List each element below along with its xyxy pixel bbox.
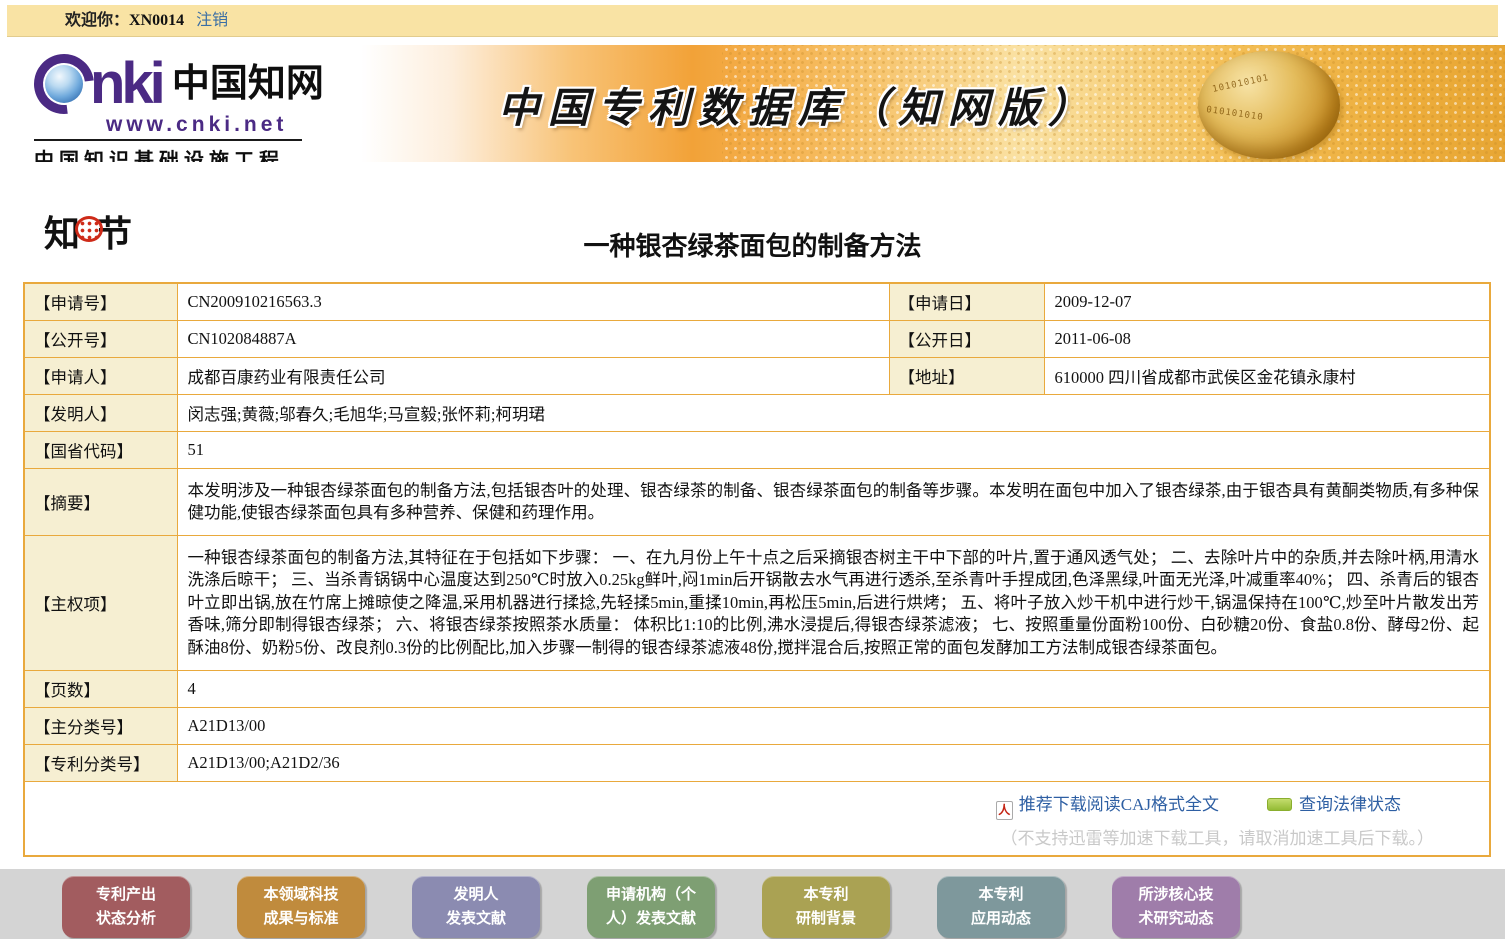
field-value: 2009-12-07 (1044, 283, 1490, 321)
field-label: 【专利分类号】 (24, 745, 177, 782)
field-value: CN200910216563.3 (177, 283, 889, 321)
button-label: 本专利 (803, 883, 848, 907)
button-label: 研制背景 (796, 907, 856, 931)
table-row: 【公开号】 CN102084887A 【公开日】 2011-06-08 (24, 321, 1490, 358)
cnki-letters: nki (90, 55, 162, 113)
cnki-chinese-name: 中国知网 (172, 64, 324, 104)
field-value: A21D13/00 (177, 708, 1490, 745)
field-value: 成都百康药业有限责任公司 (177, 358, 889, 395)
cnki-slogan: 中国知识基础设施工程 (34, 139, 302, 162)
field-value: A21D13/00;A21D2/36 (177, 745, 1490, 782)
field-label: 【申请人】 (24, 358, 177, 395)
field-label: 【摘要】 (24, 469, 177, 536)
button-label: 应用动态 (971, 907, 1031, 931)
title-row: 知 节 一种银杏绿茶面包的制备方法 (0, 212, 1505, 272)
topbar-wrapper: 欢迎你：XN0014 注销 (0, 0, 1505, 37)
legal-status-icon[interactable] (1267, 798, 1292, 811)
button-label: 发表文献 (446, 907, 506, 931)
field-label: 【地址】 (889, 358, 1044, 395)
abstract-text: 本发明涉及一种银杏绿茶面包的制备方法,包括银杏叶的处理、银杏绿茶的制备、银杏绿茶… (177, 469, 1490, 536)
button-label: 术研究动态 (1138, 907, 1213, 931)
legal-status-link[interactable]: 查询法律状态 (1299, 795, 1401, 814)
footer-button-core-tech-research-trends[interactable]: 所涉核心技 术研究动态 (1112, 876, 1240, 938)
welcome-bar: 欢迎你：XN0014 注销 (7, 5, 1498, 37)
field-label: 【申请日】 (889, 283, 1044, 321)
footer-button-patent-output-analysis[interactable]: 专利产出 状态分析 (62, 876, 190, 938)
field-label: 【主权项】 (24, 536, 177, 671)
footer-button-patent-application-trends[interactable]: 本专利 应用动态 (937, 876, 1065, 938)
table-row: 【页数】 4 (24, 671, 1490, 708)
field-value: CN102084887A (177, 321, 889, 358)
button-label: 成果与标准 (263, 907, 338, 931)
field-value: 610000 四川省成都市武侯区金花镇永康村 (1044, 358, 1490, 395)
button-label: 人）发表文献 (606, 907, 696, 931)
caj-file-icon[interactable]: 人 (996, 801, 1013, 820)
node-seal-icon (75, 216, 103, 242)
field-value: 51 (177, 432, 1490, 469)
table-row: 【申请号】 CN200910216563.3 【申请日】 2009-12-07 (24, 283, 1490, 321)
button-label: 发明人 (453, 883, 498, 907)
cnki-url: www.cnki.net (106, 113, 324, 137)
claim-text: 一种银杏绿茶面包的制备方法,其特征在于包括如下步骤： 一、在九月份上午十点之后采… (177, 536, 1490, 671)
field-label: 【国省代码】 (24, 432, 177, 469)
button-label: 状态分析 (96, 907, 156, 931)
username: XN0014 (129, 12, 184, 29)
table-row: 【摘要】 本发明涉及一种银杏绿茶面包的制备方法,包括银杏叶的处理、银杏绿茶的制备… (24, 469, 1490, 536)
button-label: 本领域科技 (263, 883, 338, 907)
button-label: 专利产出 (96, 883, 156, 907)
footer-button-inventor-publications[interactable]: 发明人 发表文献 (412, 876, 540, 938)
field-label: 【申请号】 (24, 283, 177, 321)
table-row: 【发明人】 闵志强;黄薇;邬春久;毛旭华;马宣毅;张怀莉;柯玥珺 (24, 395, 1490, 432)
footer-button-field-achievements-standards[interactable]: 本领域科技 成果与标准 (237, 876, 365, 938)
field-label: 【公开日】 (889, 321, 1044, 358)
footer-button-patent-background[interactable]: 本专利 研制背景 (762, 876, 890, 938)
download-note: （不支持迅雷等加速下载工具，请取消加速工具后下载。） (25, 824, 1489, 849)
footer-button-applicant-publications[interactable]: 申请机构（个 人）发表文献 (587, 876, 715, 938)
node-badge-left-char: 知 (44, 214, 80, 254)
button-label: 所涉核心技 (1138, 883, 1213, 907)
footer-button-bar: 专利产出 状态分析 本领域科技 成果与标准 发明人 发表文献 申请机构（个 人）… (0, 869, 1505, 939)
patent-detail-table: 【申请号】 CN200910216563.3 【申请日】 2009-12-07 … (23, 282, 1491, 857)
field-label: 【页数】 (24, 671, 177, 708)
welcome-label: 欢迎你： (65, 12, 129, 29)
button-label: 申请机构（个 (606, 883, 696, 907)
table-row: 【主分类号】 A21D13/00 (24, 708, 1490, 745)
field-value: 闵志强;黄薇;邬春久;毛旭华;马宣毅;张怀莉;柯玥珺 (177, 395, 1490, 432)
caj-download-link[interactable]: 推荐下载阅读CAJ格式全文 (1019, 795, 1219, 814)
golden-globe-icon: 101010101010101010 (1198, 51, 1340, 159)
field-value: 2011-06-08 (1044, 321, 1490, 358)
banner-title: 中国专利数据库（知网版） (498, 74, 1098, 134)
logout-link[interactable]: 注销 (196, 12, 228, 29)
globe-icon (45, 65, 83, 103)
field-label: 【公开号】 (24, 321, 177, 358)
button-label: 本专利 (978, 883, 1023, 907)
field-value: 4 (177, 671, 1490, 708)
cnki-node-badge: 知 节 (44, 214, 132, 254)
field-label: 【发明人】 (24, 395, 177, 432)
table-row: 人推荐下载阅读CAJ格式全文 查询法律状态 （不支持迅雷等加速下载工具，请取消加速… (24, 782, 1490, 857)
table-row: 【国省代码】 51 (24, 432, 1490, 469)
table-row: 【专利分类号】 A21D13/00;A21D2/36 (24, 745, 1490, 782)
download-links-row: 人推荐下载阅读CAJ格式全文 查询法律状态 （不支持迅雷等加速下载工具，请取消加速… (24, 782, 1490, 857)
table-row: 【主权项】 一种银杏绿茶面包的制备方法,其特征在于包括如下步骤： 一、在九月份上… (24, 536, 1490, 671)
header-banner: nki 中国知网 www.cnki.net 中国知识基础设施工程 中国专利数据库… (0, 45, 1505, 162)
cnki-logo: nki 中国知网 www.cnki.net 中国知识基础设施工程 (34, 53, 324, 162)
table-row: 【申请人】 成都百康药业有限责任公司 【地址】 610000 四川省成都市武侯区… (24, 358, 1490, 395)
page-title: 一种银杏绿茶面包的制备方法 (0, 212, 1505, 263)
field-label: 【主分类号】 (24, 708, 177, 745)
